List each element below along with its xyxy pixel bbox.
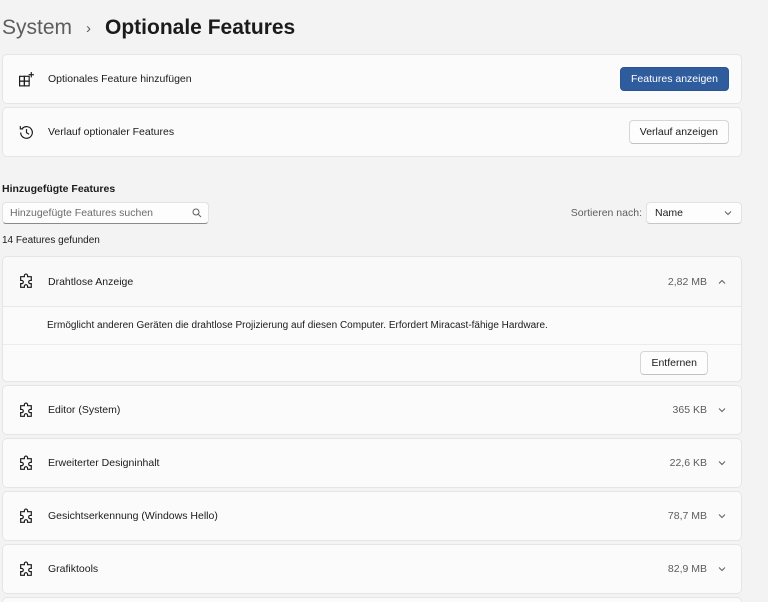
feature-item[interactable]: Grafiktools 82,9 MB [2, 544, 742, 594]
puzzle-icon [17, 454, 35, 472]
chevron-down-icon[interactable] [717, 458, 727, 468]
feature-size: 22,6 KB [669, 457, 707, 469]
feature-item[interactable]: Editor (System) 365 KB [2, 385, 742, 435]
feature-size: 82,9 MB [667, 563, 707, 575]
add-feature-card: Optionales Feature hinzufügen Features a… [2, 54, 742, 104]
search-input[interactable] [10, 207, 192, 219]
feature-item[interactable] [2, 597, 742, 602]
feature-header[interactable]: Drahtlose Anzeige 2,82 MB [3, 257, 741, 307]
feature-name: Gesichtserkennung (Windows Hello) [48, 510, 218, 522]
sort-label: Sortieren nach: [570, 207, 642, 219]
installed-features-heading: Hinzugefügte Features [2, 183, 116, 195]
sort-dropdown[interactable]: Name [646, 202, 742, 224]
puzzle-icon [17, 507, 35, 525]
breadcrumb: System › Optionale Features [2, 12, 295, 44]
feature-history-card: Verlauf optionaler Features Verlauf anze… [2, 107, 742, 157]
installed-features-search[interactable] [2, 202, 209, 224]
breadcrumb-parent-system[interactable]: System [2, 16, 72, 40]
history-icon [17, 123, 35, 141]
add-feature-label: Optionales Feature hinzufügen [48, 73, 192, 85]
feature-item[interactable]: Gesichtserkennung (Windows Hello) 78,7 M… [2, 491, 742, 541]
chevron-down-icon[interactable] [717, 564, 727, 574]
feature-name: Editor (System) [48, 404, 121, 416]
feature-history-label: Verlauf optionaler Features [48, 126, 175, 138]
feature-item-expanded: Drahtlose Anzeige 2,82 MB Ermöglicht and… [2, 256, 742, 382]
add-feature-icon [17, 70, 35, 88]
chevron-up-icon[interactable] [717, 277, 727, 287]
feature-name: Drahtlose Anzeige [48, 275, 134, 288]
puzzle-icon [17, 560, 35, 578]
chevron-down-icon[interactable] [717, 405, 727, 415]
search-icon[interactable] [192, 208, 202, 218]
sort-value: Name [655, 207, 684, 219]
feature-description: Ermöglicht anderen Geräten die drahtlose… [3, 307, 741, 345]
features-count: 14 Features gefunden [2, 235, 100, 246]
feature-size: 2,82 MB [667, 275, 707, 288]
remove-button[interactable]: Entfernen [640, 351, 708, 375]
feature-name: Grafiktools [48, 563, 99, 575]
breadcrumb-separator: › [86, 19, 92, 37]
feature-size: 78,7 MB [667, 510, 707, 522]
view-history-button[interactable]: Verlauf anzeigen [628, 120, 729, 144]
feature-size: 365 KB [672, 404, 707, 416]
puzzle-icon [17, 401, 35, 419]
feature-item[interactable]: Erweiterter Designinhalt 22,6 KB [2, 438, 742, 488]
puzzle-icon [17, 273, 35, 291]
chevron-down-icon [723, 208, 733, 218]
feature-actions: Entfernen [3, 345, 741, 381]
chevron-down-icon[interactable] [717, 511, 727, 521]
view-features-button[interactable]: Features anzeigen [620, 67, 729, 91]
page-title: Optionale Features [105, 16, 296, 39]
feature-name: Erweiterter Designinhalt [48, 457, 160, 469]
